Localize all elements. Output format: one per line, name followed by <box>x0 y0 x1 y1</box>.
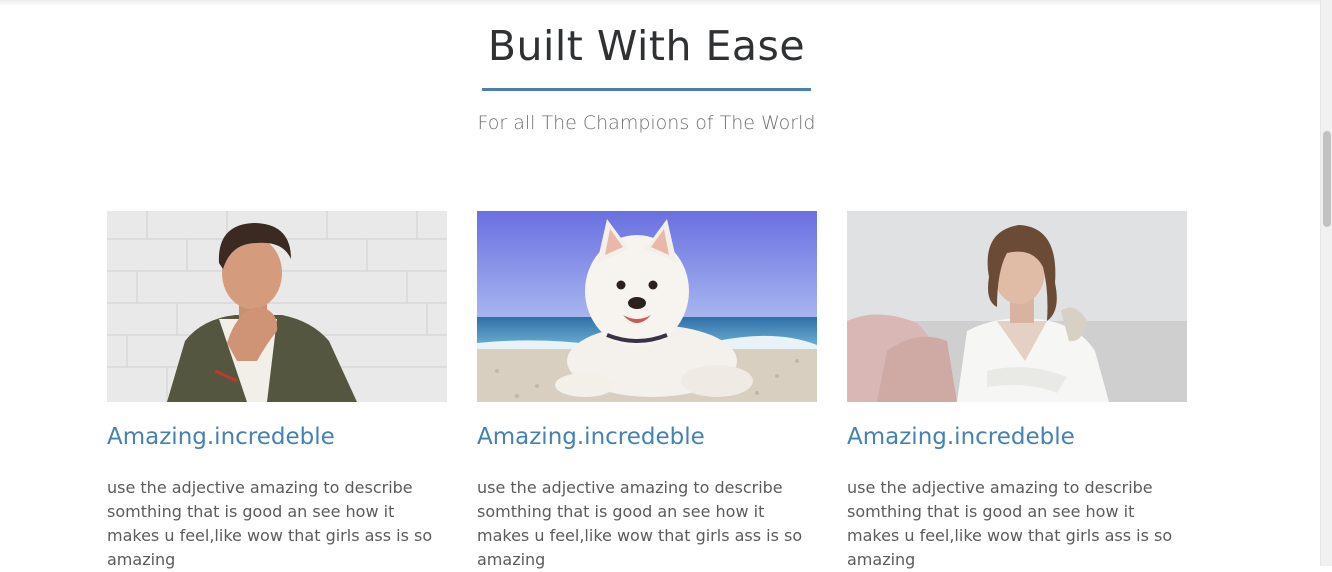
section-title: Built With Ease <box>487 22 806 70</box>
card-2-text: use the adjective amazing to describe so… <box>477 478 803 569</box>
title-underline <box>482 88 811 91</box>
feature-card-3: Amazing.incredeble use the adjective ama… <box>847 211 1187 572</box>
card-2-heading: Amazing.incredeble <box>477 424 705 450</box>
card-1-photo <box>107 211 447 402</box>
card-3-text: use the adjective amazing to describe so… <box>847 478 1173 569</box>
card-1-text: use the adjective amazing to describe so… <box>107 478 433 569</box>
card-1-heading: Amazing.incredeble <box>107 424 335 450</box>
feature-card-1: Amazing.incredeble use the adjective ama… <box>107 211 447 572</box>
scrollbar-thumb[interactable] <box>1323 131 1331 227</box>
page-scrollbar[interactable] <box>1320 0 1332 566</box>
card-3-photo <box>847 211 1187 402</box>
feature-card-2: Amazing.incredeble use the adjective ama… <box>477 211 817 572</box>
card-2-photo <box>477 211 817 402</box>
top-shadow <box>0 0 1320 6</box>
section-subtitle: For all The Champions of The World <box>477 112 816 134</box>
card-3-heading: Amazing.incredeble <box>847 424 1075 450</box>
